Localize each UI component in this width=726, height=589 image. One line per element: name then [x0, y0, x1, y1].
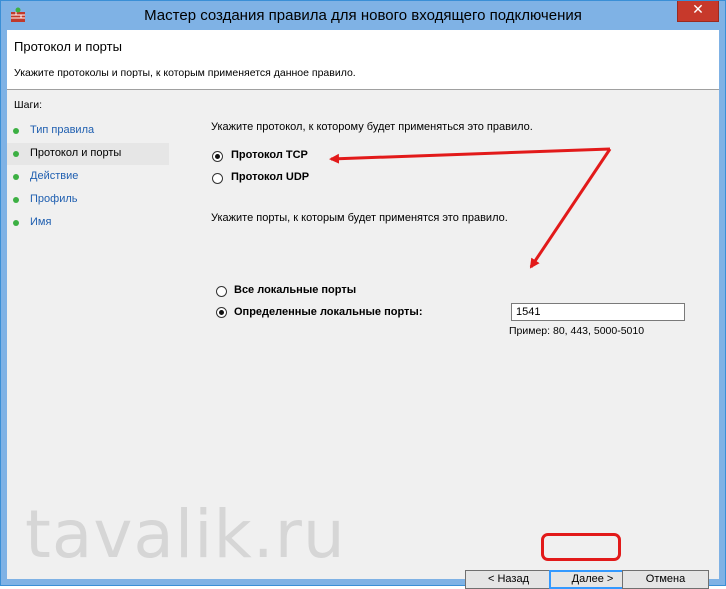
arrow-to-port-input [529, 148, 612, 269]
watermark: tavalik.ru [25, 496, 346, 573]
arrow-to-tcp [329, 147, 611, 164]
next-button-highlight [541, 533, 621, 561]
wizard-window: Мастер создания правила для нового входя… [0, 0, 726, 589]
